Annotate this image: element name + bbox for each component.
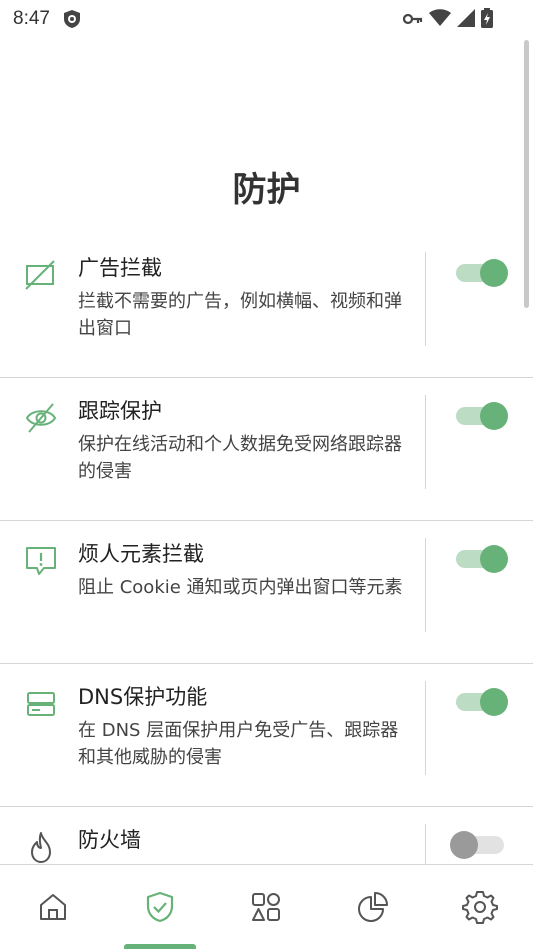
vpn-shield-icon xyxy=(62,9,82,33)
feature-description: 阻止 Cookie 通知或页内弹出窗口等元素 xyxy=(78,577,403,598)
status-bar: 8:47 xyxy=(0,0,533,38)
server-icon xyxy=(24,687,58,721)
flame-icon xyxy=(24,830,58,864)
feature-description: 在 DNS 层面保护用户免受广告、跟踪器和其他威胁的侵害 xyxy=(78,720,399,768)
feature-name: 广告拦截 xyxy=(78,256,162,280)
feature-name: 烦人元素拦截 xyxy=(78,542,204,566)
feature-name: 防火墙 xyxy=(78,828,141,852)
battery-charging-icon xyxy=(481,8,493,32)
eye-off-icon xyxy=(24,401,58,435)
feature-description: 保护在线活动和个人数据免受网络跟踪器的侵害 xyxy=(78,434,402,482)
feature-row-dns-protection[interactable]: DNS保护功能 在 DNS 层面保护用户免受广告、跟踪器和其他威胁的侵害 xyxy=(0,665,533,807)
feature-row-ad-blocking[interactable]: 广告拦截 拦截不需要的广告，例如横幅、视频和弹出窗口 xyxy=(0,236,533,378)
key-icon xyxy=(402,11,423,30)
dns-protection-toggle[interactable] xyxy=(456,687,510,717)
annoyance-blocking-toggle[interactable] xyxy=(456,544,510,574)
pie-chart-icon xyxy=(358,892,388,922)
status-time: 8:47 xyxy=(13,8,50,29)
shield-check-icon xyxy=(146,891,174,923)
firewall-toggle[interactable] xyxy=(450,830,510,860)
tracking-protection-toggle[interactable] xyxy=(456,401,510,431)
nav-apps[interactable] xyxy=(248,889,284,925)
gear-icon xyxy=(462,891,498,924)
feature-description: 拦截不需要的广告，例如横幅、视频和弹出窗口 xyxy=(78,291,402,339)
cell-signal-icon xyxy=(457,9,475,31)
nav-statistics[interactable] xyxy=(355,889,391,925)
feature-name: 跟踪保护 xyxy=(78,399,162,423)
nav-home[interactable] xyxy=(35,889,71,925)
nav-settings[interactable] xyxy=(462,889,498,925)
alert-message-icon xyxy=(24,544,58,578)
ad-block-icon xyxy=(24,258,58,292)
ad-blocking-toggle[interactable] xyxy=(456,258,510,288)
page-title: 防护 xyxy=(232,170,301,210)
wifi-icon xyxy=(429,9,451,31)
nav-protection[interactable] xyxy=(142,889,178,925)
bottom-navigation xyxy=(0,864,533,949)
feature-row-tracking-protection[interactable]: 跟踪保护 保护在线活动和个人数据免受网络跟踪器的侵害 xyxy=(0,379,533,521)
feature-row-annoyance-blocking[interactable]: 烦人元素拦截 阻止 Cookie 通知或页内弹出窗口等元素 xyxy=(0,522,533,664)
home-icon xyxy=(40,894,66,920)
apps-icon xyxy=(252,893,280,921)
feature-name: DNS保护功能 xyxy=(78,685,208,709)
active-tab-indicator xyxy=(124,944,196,949)
